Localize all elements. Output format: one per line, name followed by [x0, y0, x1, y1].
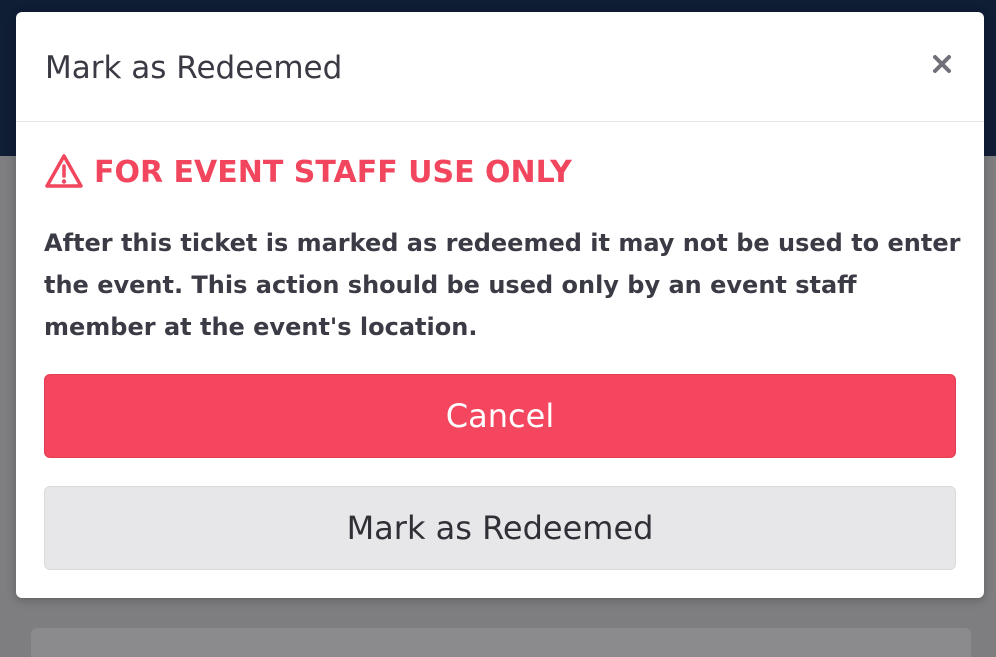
background-card [31, 628, 971, 657]
close-button[interactable] [924, 46, 960, 82]
modal-title: Mark as Redeemed [45, 50, 343, 86]
cancel-button[interactable]: Cancel [44, 374, 956, 458]
close-icon [933, 55, 951, 73]
redeem-description: After this ticket is marked as redeemed … [44, 229, 961, 341]
warning-triangle-icon [44, 152, 84, 192]
staff-warning: FOR EVENT STAFF USE ONLY [44, 150, 572, 194]
modal-header: Mark as Redeemed [16, 12, 984, 122]
mark-as-redeemed-button[interactable]: Mark as Redeemed [44, 486, 956, 570]
warning-text: FOR EVENT STAFF USE ONLY [94, 154, 572, 190]
mark-as-redeemed-modal: Mark as Redeemed FOR EVENT STAFF USE ONL… [16, 12, 984, 598]
